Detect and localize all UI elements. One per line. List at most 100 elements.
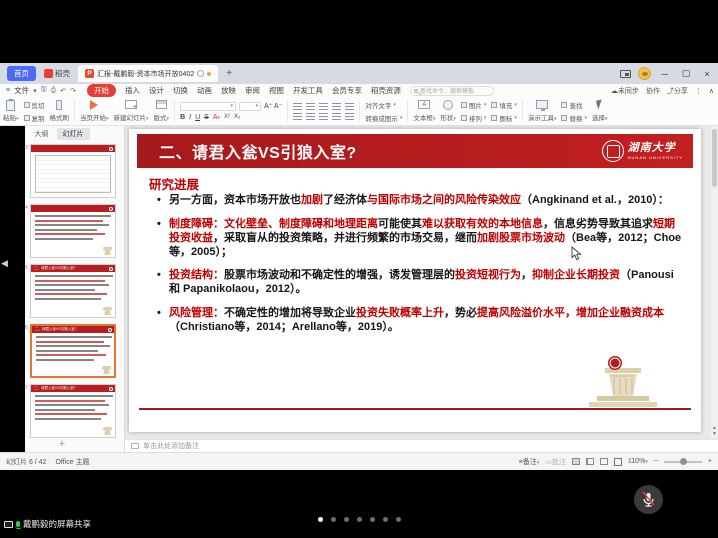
document-tab[interactable]: P 汇报-戴鹏毅-资本市场开放0402: [78, 65, 218, 82]
slide-sorter-view-button[interactable]: [586, 458, 594, 465]
layout-button[interactable]: 版式▾: [154, 99, 170, 123]
bullet-list-icon[interactable]: [293, 103, 302, 110]
docer-tab[interactable]: 稻壳: [44, 68, 70, 79]
paste-button[interactable]: 粘贴▾: [3, 99, 19, 123]
menu-tab[interactable]: 视图: [269, 85, 284, 96]
picture-button[interactable]: 图片▾: [461, 100, 487, 110]
copy-button[interactable]: 复制: [24, 113, 45, 123]
zoom-level[interactable]: 110%▾: [628, 458, 648, 465]
menu-tab[interactable]: 开发工具: [293, 85, 323, 96]
new-tab-button[interactable]: +: [226, 68, 232, 79]
align-left-icon[interactable]: [293, 113, 302, 120]
vertical-scrollbar[interactable]: ▲ ▼: [711, 126, 718, 439]
command-search-input[interactable]: 查找命令、搜索模板: [410, 86, 494, 96]
align-right-icon[interactable]: [319, 113, 328, 120]
slide-thumbnail[interactable]: [30, 204, 116, 258]
justify-icon[interactable]: [332, 113, 341, 120]
page-dot[interactable]: [383, 517, 388, 522]
notes-toggle[interactable]: ≡备注▾: [519, 457, 540, 467]
page-dot[interactable]: [344, 517, 349, 522]
zoom-slider[interactable]: [664, 461, 702, 463]
picture-in-picture-icon[interactable]: [620, 70, 631, 78]
save-icon[interactable]: 🖫: [41, 85, 47, 96]
present-tools-button[interactable]: 演示工具▾: [528, 99, 557, 123]
new-slide-button[interactable]: 新建幻灯片▾: [114, 99, 149, 123]
format-painter-button[interactable]: 格式刷: [50, 99, 70, 123]
slide-thumbnail[interactable]: 二、请君入瓮VS引狼入室?: [30, 384, 116, 438]
current-slide[interactable]: 二、请君入瓮VS引狼入室? 湖南大学 HUNAN UNIVERSITY 研究进展…: [129, 129, 701, 432]
slides-tab[interactable]: 幻灯片: [57, 128, 90, 140]
menu-tab[interactable]: 切换: [173, 85, 188, 96]
zoom-slider-knob[interactable]: [680, 458, 687, 465]
align-center-icon[interactable]: [306, 113, 315, 120]
play-from-current-button[interactable]: 当页开始▾: [80, 99, 109, 123]
reading-view-button[interactable]: [600, 458, 608, 465]
menu-tab[interactable]: 设计: [149, 85, 164, 96]
page-indicator-dots[interactable]: [0, 517, 718, 522]
find-button[interactable]: 查找: [561, 100, 587, 110]
undo-icon[interactable]: ↶: [60, 87, 66, 95]
fit-to-window-icon[interactable]: [614, 458, 622, 466]
minimize-button[interactable]: ─: [658, 69, 672, 79]
cloud-sync-status[interactable]: ☁未同步: [611, 86, 639, 96]
home-tab[interactable]: 首页: [7, 66, 36, 81]
menu-tab[interactable]: 会员专享: [332, 85, 362, 96]
collapse-panel-arrow-icon[interactable]: ◀: [1, 258, 8, 269]
underline-button[interactable]: U: [195, 114, 200, 121]
indent-decrease-icon[interactable]: [319, 103, 328, 110]
slide-canvas[interactable]: 二、请君入瓮VS引狼入室? 湖南大学 HUNAN UNIVERSITY 研究进展…: [125, 126, 718, 439]
collapse-ribbon-icon[interactable]: ∧: [709, 87, 714, 95]
slide-thumbnail[interactable]: [30, 144, 116, 198]
file-menu-chevron-icon[interactable]: ▾: [33, 87, 37, 95]
font-size-select[interactable]: ▾: [239, 102, 261, 111]
shapes-button[interactable]: 形状▾: [440, 99, 456, 123]
page-dot[interactable]: [357, 517, 362, 522]
normal-view-button[interactable]: [572, 458, 580, 465]
align-text-button[interactable]: 对齐文字▾: [365, 100, 402, 110]
page-dot[interactable]: [396, 517, 401, 522]
file-menu[interactable]: 文件: [14, 85, 29, 96]
menu-tab[interactable]: 审阅: [245, 85, 260, 96]
menu-tab[interactable]: 插入: [125, 85, 140, 96]
indent-increase-icon[interactable]: [332, 103, 341, 110]
more-options-icon[interactable]: ⋮: [695, 87, 702, 95]
fill-button[interactable]: 填充▾: [491, 100, 517, 110]
menu-tab[interactable]: 动画: [197, 85, 212, 96]
subscript-button[interactable]: X₂: [234, 114, 240, 120]
maximize-button[interactable]: ▢: [679, 68, 693, 79]
next-slide-button[interactable]: ▼: [711, 431, 718, 437]
line-spacing-icon[interactable]: [345, 103, 354, 110]
redo-icon[interactable]: ↷: [70, 87, 76, 95]
icons-button[interactable]: 图标▾: [491, 113, 517, 123]
cut-button[interactable]: 剪切: [24, 100, 45, 110]
superscript-button[interactable]: X²: [224, 114, 230, 120]
distribute-icon[interactable]: [345, 113, 354, 120]
share-button[interactable]: ⤴分享: [667, 86, 688, 96]
mute-microphone-button[interactable]: [634, 485, 663, 514]
font-color-button[interactable]: A▾: [213, 114, 220, 121]
slide-thumbnail[interactable]: 二、请君入瓮VS引狼入室?: [30, 324, 116, 378]
zoom-in-button[interactable]: +: [708, 458, 712, 465]
scrollbar-thumb[interactable]: [712, 129, 717, 187]
bold-button[interactable]: B: [180, 114, 185, 121]
italic-button[interactable]: I: [189, 114, 191, 121]
menu-tab[interactable]: 开始: [87, 84, 116, 97]
zoom-out-button[interactable]: −: [654, 458, 658, 465]
arrange-button[interactable]: 排列▾: [461, 113, 487, 123]
print-icon[interactable]: ⎙: [51, 87, 57, 95]
slide-thumbnail[interactable]: 二、请君入瓮VS引狼入室?: [30, 264, 116, 318]
notes-bar[interactable]: 单击此处添加备注: [125, 439, 718, 452]
convert-diagram-button[interactable]: 转换成图示▾: [365, 113, 402, 123]
text-box-button[interactable]: A 文本框▾: [413, 99, 435, 123]
replace-button[interactable]: 替换▾: [561, 113, 587, 123]
hamburger-icon[interactable]: ≡: [6, 87, 10, 94]
page-dot[interactable]: [318, 517, 323, 522]
menu-tab[interactable]: 放映: [221, 85, 236, 96]
select-button[interactable]: 选择▾: [592, 99, 608, 123]
outline-tab[interactable]: 大纲: [35, 129, 49, 139]
comments-toggle[interactable]: ▭批注: [545, 457, 566, 467]
numbered-list-icon[interactable]: [306, 103, 315, 110]
page-dot[interactable]: [331, 517, 336, 522]
account-avatar[interactable]: [638, 67, 651, 80]
close-button[interactable]: ×: [700, 69, 714, 79]
